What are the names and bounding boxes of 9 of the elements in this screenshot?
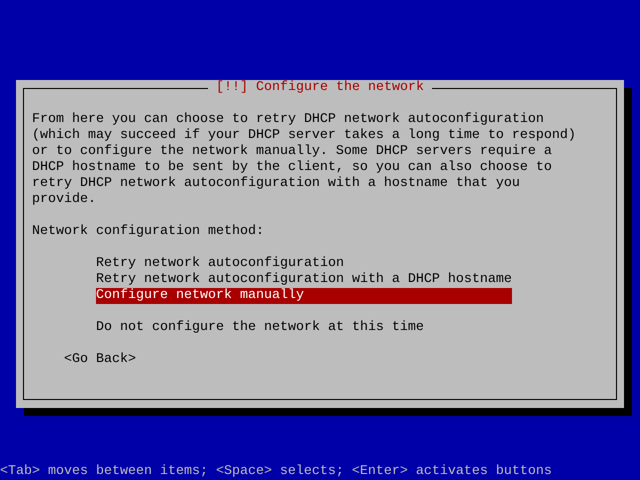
- menu-option[interactable]: Retry network autoconfiguration with a DHCP hostname: [96, 272, 512, 288]
- dialog-title: [!!] Configure the network: [208, 80, 432, 96]
- menu-option[interactable]: Retry network autoconfiguration: [96, 256, 512, 272]
- prompt-label: Network configuration method:: [32, 224, 264, 240]
- go-back-button[interactable]: <Go Back>: [64, 352, 136, 368]
- help-line: <Tab> moves between items; <Space> selects; <Enter> activates buttons: [0, 464, 552, 480]
- description-text: From here you can choose to retry DHCP network autoconfiguration (which may succeed if your DHCP server takes a long time to respond) or to configure the network manually. Some DHCP servers require a DHCP hostname to be sent by the client, so you can also choose to retry DHCP network autoconfiguration with a hostname that you provide.: [32, 112, 576, 208]
- menu-option[interactable]: Configure network manually: [96, 288, 512, 304]
- menu-option[interactable]: Do not configure the network at this time: [96, 320, 512, 336]
